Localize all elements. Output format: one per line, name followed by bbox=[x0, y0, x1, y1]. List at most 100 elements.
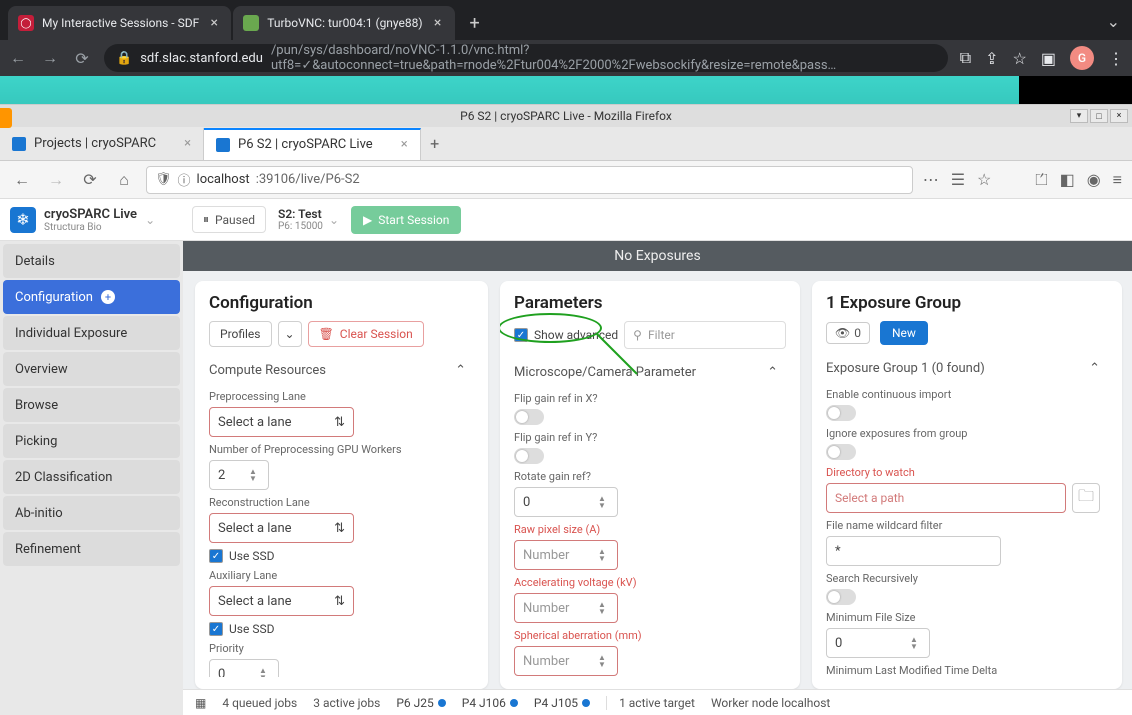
install-icon[interactable]: ⧉ bbox=[960, 48, 971, 68]
configuration-panel: Configuration Profiles ⌄ 🗑 Clear Session bbox=[195, 281, 488, 689]
priority-input[interactable]: 0▲▼ bbox=[209, 659, 279, 677]
new-group-button[interactable]: New bbox=[880, 321, 928, 345]
sidebar-item-ab-initio[interactable]: Ab-initio bbox=[3, 496, 180, 530]
job-chip[interactable]: P6 J25 bbox=[396, 696, 445, 710]
min-file-size-input[interactable]: 0▲▼ bbox=[826, 628, 930, 658]
ignore-exposures-toggle[interactable] bbox=[826, 444, 856, 460]
close-icon[interactable]: × bbox=[1110, 109, 1128, 123]
back-button[interactable]: ← bbox=[8, 48, 28, 68]
chevron-down-icon[interactable]: ⌄ bbox=[329, 213, 339, 227]
sidebar-item-browse[interactable]: Browse bbox=[3, 388, 180, 422]
new-tab-button[interactable]: + bbox=[461, 9, 489, 37]
use-ssd-checkbox-2[interactable]: ✓ Use SSD bbox=[209, 622, 466, 636]
preprocessing-lane-label: Preprocessing Lane bbox=[209, 390, 466, 403]
accel-voltage-input[interactable]: Number▲▼ bbox=[514, 593, 618, 623]
sidebar-item-picking[interactable]: Picking bbox=[3, 424, 180, 458]
close-icon[interactable]: × bbox=[207, 16, 221, 30]
visibility-badge[interactable]: 👁 0 bbox=[826, 322, 870, 344]
chrome-tab-2[interactable]: TurboVNC: tur004:1 (gnye88) × bbox=[233, 6, 454, 40]
extensions-icon[interactable]: ▣ bbox=[1041, 49, 1056, 68]
more-icon[interactable]: ⋯ bbox=[923, 170, 939, 189]
chevron-down-icon[interactable]: ⌄ bbox=[1107, 12, 1120, 31]
chrome-address-bar[interactable]: 🔒 sdf.slac.stanford.edu/pun/sys/dashboar… bbox=[104, 44, 948, 72]
aux-lane-label: Auxiliary Lane bbox=[209, 569, 466, 582]
continuous-import-toggle[interactable] bbox=[826, 405, 856, 421]
firefox-tab-1[interactable]: Projects | cryoSPARC × bbox=[0, 128, 204, 160]
firefox-tab-2[interactable]: P6 S2 | cryoSPARC Live × bbox=[204, 128, 421, 160]
maximize-icon[interactable]: □ bbox=[1090, 109, 1108, 123]
stepper-icon[interactable]: ▲▼ bbox=[595, 601, 609, 615]
show-advanced-checkbox[interactable]: ✓ Show advanced bbox=[514, 328, 618, 342]
rotate-input[interactable]: 0▲▼ bbox=[514, 487, 618, 517]
chevron-down-icon[interactable]: ⌄ bbox=[145, 213, 155, 227]
app-brand: cryoSPARC Live bbox=[44, 207, 137, 222]
firefox-address-bar[interactable]: 🛡 ⓘ localhost:39106/live/P6-S2 bbox=[146, 166, 913, 194]
close-icon[interactable]: × bbox=[431, 16, 445, 30]
minimize-icon[interactable]: ▾ bbox=[1070, 109, 1088, 123]
filter-input[interactable]: ⚲ Filter bbox=[624, 321, 786, 349]
reader-icon[interactable]: ☰ bbox=[951, 170, 965, 189]
spherical-ab-label: Spherical aberration (mm) bbox=[514, 629, 778, 642]
job-chip[interactable]: P4 J105 bbox=[534, 696, 590, 710]
preprocessing-lane-select[interactable]: Select a lane⇅ bbox=[209, 407, 354, 437]
firefox-titlebar: P6 S2 | cryoSPARC Live - Mozilla Firefox… bbox=[0, 105, 1132, 127]
sidebar-item-individual-exposure[interactable]: Individual Exposure bbox=[3, 316, 180, 350]
share-icon[interactable]: ⇪ bbox=[985, 49, 998, 68]
stepper-icon[interactable]: ▲▼ bbox=[907, 636, 921, 650]
back-button[interactable]: ← bbox=[10, 168, 34, 192]
clear-session-button[interactable]: 🗑 Clear Session bbox=[308, 321, 424, 347]
star-icon[interactable]: ☆ bbox=[1013, 49, 1027, 68]
microscope-section-header[interactable]: Microscope/Camera Parameter ⌃ bbox=[514, 359, 778, 386]
sidebar-item-configuration[interactable]: Configuration + bbox=[3, 280, 180, 314]
forward-button[interactable]: → bbox=[40, 48, 60, 68]
use-ssd-checkbox-1[interactable]: ✓ Use SSD bbox=[209, 549, 466, 563]
flip-y-toggle[interactable] bbox=[514, 448, 544, 464]
sidebar-icon[interactable]: ◧ bbox=[1060, 170, 1075, 189]
close-icon[interactable]: × bbox=[401, 137, 408, 152]
reload-button[interactable]: ⟳ bbox=[78, 168, 102, 192]
status-dot-icon bbox=[582, 699, 590, 707]
profiles-dropdown[interactable]: ⌄ bbox=[278, 321, 302, 347]
stepper-icon[interactable]: ▲▼ bbox=[595, 654, 609, 668]
sidebar-item-overview[interactable]: Overview bbox=[3, 352, 180, 386]
start-session-button[interactable]: ▶ Start Session bbox=[351, 206, 461, 234]
stepper-icon[interactable]: ▲▼ bbox=[595, 548, 609, 562]
job-chip[interactable]: P4 J106 bbox=[462, 696, 518, 710]
spherical-ab-input[interactable]: Number▲▼ bbox=[514, 646, 618, 676]
stepper-icon[interactable]: ▲▼ bbox=[595, 495, 609, 509]
stepper-icon[interactable]: ▲▼ bbox=[246, 468, 260, 482]
kebab-menu-icon[interactable]: ⋮ bbox=[1108, 49, 1124, 68]
sidebar-item-2d-classification[interactable]: 2D Classification bbox=[3, 460, 180, 494]
reload-button[interactable]: ⟳ bbox=[72, 48, 92, 68]
directory-path-input[interactable]: Select a path bbox=[826, 483, 1066, 513]
home-button[interactable]: ⌂ bbox=[112, 168, 136, 192]
profiles-button[interactable]: Profiles bbox=[209, 321, 272, 347]
worker-node: Worker node localhost bbox=[711, 696, 830, 710]
stepper-icon[interactable]: ▲▼ bbox=[256, 667, 270, 677]
hamburger-menu-icon[interactable]: ≡ bbox=[1113, 170, 1122, 190]
sidebar-item-details[interactable]: Details bbox=[3, 244, 180, 278]
account-icon[interactable]: ◉ bbox=[1087, 170, 1101, 189]
chrome-tab-1[interactable]: ◯ My Interactive Sessions - SDF × bbox=[8, 6, 231, 40]
close-icon[interactable]: × bbox=[184, 136, 191, 151]
plus-circle-icon: + bbox=[101, 290, 115, 304]
num-gpu-input[interactable]: 2▲▼ bbox=[209, 460, 269, 490]
flip-x-toggle[interactable] bbox=[514, 409, 544, 425]
search-recursive-toggle[interactable] bbox=[826, 589, 856, 605]
firefox-new-tab[interactable]: + bbox=[421, 134, 449, 153]
wildcard-input[interactable]: * bbox=[826, 536, 1001, 566]
session-status-pill[interactable]: ⏸ Paused bbox=[192, 206, 266, 233]
library-icon[interactable]: ⏍ bbox=[1035, 170, 1047, 190]
exposure-group-header[interactable]: Exposure Group 1 (0 found) ⌃ bbox=[826, 355, 1100, 382]
sidebar-item-refinement[interactable]: Refinement bbox=[3, 532, 180, 566]
recon-lane-select[interactable]: Select a lane⇅ bbox=[209, 513, 354, 543]
compute-resources-header[interactable]: Compute Resources ⌃ bbox=[209, 357, 466, 384]
browse-folder-button[interactable]: 🗀 bbox=[1072, 483, 1100, 513]
info-icon: ⓘ bbox=[178, 170, 191, 189]
raw-pixel-input[interactable]: Number▲▼ bbox=[514, 540, 618, 570]
profile-avatar[interactable]: G bbox=[1070, 46, 1094, 70]
star-icon[interactable]: ☆ bbox=[977, 170, 991, 189]
aux-lane-select[interactable]: Select a lane⇅ bbox=[209, 586, 354, 616]
active-jobs: 3 active jobs bbox=[313, 696, 380, 710]
grid-icon: ▦ bbox=[195, 696, 206, 710]
